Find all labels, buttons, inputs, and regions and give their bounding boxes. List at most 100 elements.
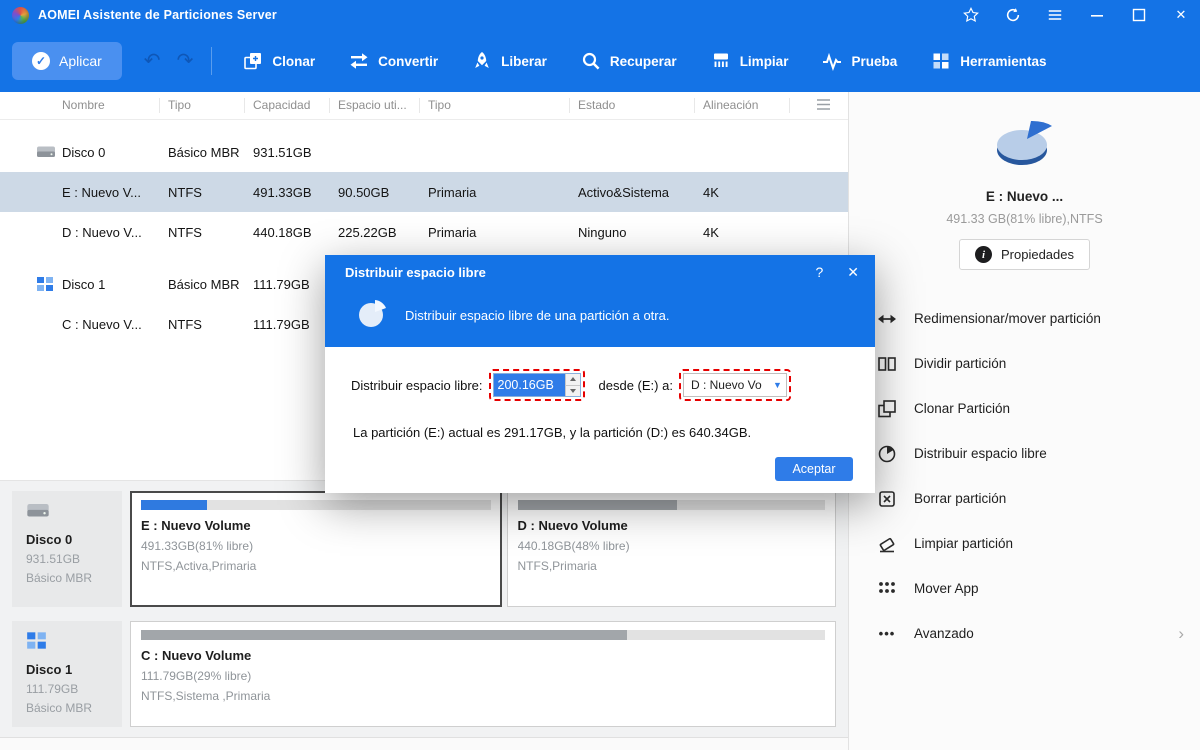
sidebar-item-move-app[interactable]: Mover App [849, 566, 1200, 611]
close-icon[interactable]: ✕ [1172, 6, 1190, 24]
allocate-size-label: Distribuir espacio libre: [351, 378, 483, 393]
table-row-partition-e[interactable]: E : Nuevo V... NTFS 491.33GB 90.50GB Pri… [0, 172, 848, 212]
size-input[interactable]: 200.16GB [493, 373, 581, 397]
sidebar-item-allocate-free-space[interactable]: Distribuir espacio libre [849, 431, 1200, 476]
sidebar-item-advanced[interactable]: ••• Avanzado › [849, 611, 1200, 656]
table-row-disk0[interactable]: Disco 0 Básico MBR 931.51GB [0, 132, 848, 172]
rocket-icon [472, 51, 492, 71]
chevron-right-icon: › [1178, 624, 1184, 644]
dialog-title: Distribuir espacio libre [345, 265, 486, 280]
free-up-button[interactable]: Liberar [455, 41, 564, 81]
size-input-value: 200.16GB [494, 374, 565, 396]
convert-icon [349, 51, 369, 71]
dialog-body: Distribuir espacio libre: 200.16GB desde… [325, 347, 875, 481]
usage-bar [141, 500, 491, 510]
selected-partition-name: E : Nuevo ... [849, 189, 1200, 204]
delete-partition-icon [877, 489, 897, 509]
minimize-icon[interactable] [1088, 6, 1106, 24]
target-select-value: D : Nuevo Vo [691, 378, 762, 392]
move-app-icon [877, 579, 897, 599]
check-icon: ✓ [32, 52, 50, 70]
sidebar: E : Nuevo ... 491.33 GB(81% libre),NTFS … [848, 92, 1200, 750]
column-settings-icon[interactable] [790, 98, 848, 113]
horizontal-scrollbar[interactable] [0, 737, 848, 750]
partition-block-e[interactable]: E : Nuevo Volume 491.33GB(81% libre) NTF… [130, 491, 502, 607]
toolbar-separator [211, 47, 212, 75]
properties-button[interactable]: i Propiedades [959, 239, 1090, 270]
app-logo-icon [12, 7, 29, 24]
window-title: AOMEI Asistente de Particiones Server [38, 8, 277, 22]
table-row-partition-d[interactable]: D : Nuevo V... NTFS 440.18GB 225.22GB Pr… [0, 212, 848, 252]
tools-button[interactable]: Herramientas [914, 41, 1063, 81]
dynamic-disk-icon [36, 277, 54, 292]
column-header-fs[interactable]: Tipo [160, 98, 245, 113]
sidebar-item-resize-move[interactable]: Redimensionar/mover partición [849, 296, 1200, 341]
clone-button[interactable]: Clonar [226, 41, 332, 81]
dialog-subtitle: Distribuir espacio libre de una partició… [405, 308, 669, 323]
dialog-help-icon[interactable]: ? [815, 265, 823, 279]
column-header-status[interactable]: Estado [570, 98, 695, 113]
maximize-icon[interactable] [1130, 6, 1148, 24]
sidebar-menu: Redimensionar/mover partición Dividir pa… [849, 296, 1200, 656]
dialog-summary: La partición (E:) actual es 291.17GB, y … [351, 425, 853, 440]
disk0-info[interactable]: Disco 0 931.51GB Básico MBR [12, 491, 122, 607]
apply-button[interactable]: ✓ Aplicar [12, 42, 122, 80]
usage-bar [141, 630, 825, 640]
redo-icon[interactable]: ↷ [177, 51, 194, 71]
spinner-up-button[interactable] [566, 374, 580, 385]
clone-partition-icon [877, 399, 897, 419]
table-header: Nombre Tipo Capacidad Espacio uti... Tip… [0, 92, 848, 120]
sidebar-item-delete[interactable]: Borrar partición [849, 476, 1200, 521]
target-partition-select[interactable]: D : Nuevo Vo ▼ [683, 373, 787, 397]
accept-button[interactable]: Aceptar [775, 457, 853, 481]
disk1-block: Disco 1 111.79GB Básico MBR C : Nuevo Vo… [12, 621, 836, 727]
wipe-partition-icon [877, 534, 897, 554]
column-header-used[interactable]: Espacio uti... [330, 98, 420, 113]
clone-icon [243, 51, 263, 71]
disk0-block: Disco 0 931.51GB Básico MBR E : Nuevo Vo… [12, 491, 836, 607]
dynamic-disk-icon [26, 637, 47, 654]
size-input-annotation: 200.16GB [489, 369, 585, 401]
dialog-header: Distribuir espacio libre ? ✕ [325, 255, 875, 289]
apply-label: Aplicar [59, 53, 102, 69]
dropdown-arrow-icon: ▼ [769, 380, 786, 390]
test-button[interactable]: Prueba [805, 41, 914, 81]
usage-bar [518, 500, 825, 510]
allocate-space-icon [877, 444, 897, 464]
disk-drive-icon [26, 507, 50, 524]
resize-move-icon [877, 309, 897, 329]
titlebar: AOMEI Asistente de Particiones Server ✕ [0, 0, 1200, 30]
refresh-icon[interactable] [1004, 6, 1022, 24]
convert-button[interactable]: Convertir [332, 41, 455, 81]
disk-drive-icon [36, 145, 56, 160]
recover-button[interactable]: Recuperar [564, 41, 694, 81]
sidebar-item-clone[interactable]: Clonar Partición [849, 386, 1200, 431]
dialog-close-icon[interactable]: ✕ [847, 265, 859, 279]
brush-icon [711, 51, 731, 71]
menu-icon[interactable] [1046, 6, 1064, 24]
disk-map: Disco 0 931.51GB Básico MBR E : Nuevo Vo… [0, 480, 848, 750]
size-spinner [565, 374, 580, 396]
from-to-label: desde (E:) a: [599, 378, 673, 393]
favorite-star-icon[interactable] [962, 6, 980, 24]
column-header-capacity[interactable]: Capacidad [245, 98, 330, 113]
column-header-alignment[interactable]: Alineación [695, 98, 790, 113]
undo-icon[interactable]: ↶ [144, 51, 161, 71]
partition-block-d[interactable]: D : Nuevo Volume 440.18GB(48% libre) NTF… [507, 491, 836, 607]
partition-block-c[interactable]: C : Nuevo Volume 111.79GB(29% libre) NTF… [130, 621, 836, 727]
disk1-info[interactable]: Disco 1 111.79GB Básico MBR [12, 621, 122, 727]
target-select-annotation: D : Nuevo Vo ▼ [679, 369, 791, 401]
app-window: AOMEI Asistente de Particiones Server ✕ … [0, 0, 1200, 750]
sidebar-item-split[interactable]: Dividir partición [849, 341, 1200, 386]
column-header-type[interactable]: Tipo [420, 98, 570, 113]
selected-partition-details: 491.33 GB(81% libre),NTFS [849, 212, 1200, 226]
column-header-name[interactable]: Nombre [0, 98, 160, 113]
magnifier-icon [581, 51, 601, 71]
partition-pie-chart [993, 116, 1057, 177]
dialog-banner: Distribuir espacio libre de una partició… [325, 289, 875, 347]
allocate-free-space-dialog: Distribuir espacio libre ? ✕ Distribuir … [325, 255, 875, 493]
spinner-down-button[interactable] [566, 385, 580, 397]
sidebar-item-wipe[interactable]: Limpiar partición [849, 521, 1200, 566]
ellipsis-icon: ••• [877, 624, 897, 644]
wipe-button[interactable]: Limpiar [694, 41, 806, 81]
